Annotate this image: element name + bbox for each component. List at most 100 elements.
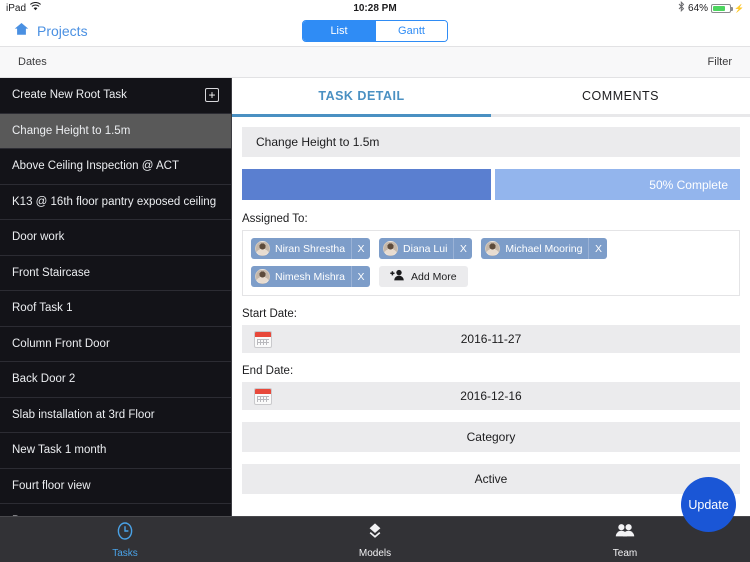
status-bar: iPad 10:28 PM 64% ⚡: [0, 0, 750, 16]
avatar: [255, 269, 270, 284]
sidebar-item-k13-pantry[interactable]: K13 @ 16th floor pantry exposed ceiling: [0, 185, 231, 220]
sidebar-item-label: Fourt floor view: [12, 479, 91, 492]
assignee-row-2: Nimesh Mishra X Add More: [251, 266, 731, 287]
charging-bolt-icon: ⚡: [734, 3, 744, 13]
remove-assignee-icon[interactable]: X: [351, 238, 370, 259]
tab-underline-active: [232, 114, 491, 117]
start-date-value: 2016-11-27: [460, 332, 522, 346]
assignee-chip-diana-lui[interactable]: Diana Lui X: [379, 238, 473, 259]
bottom-tab-bar: Tasks Models Team: [0, 516, 750, 562]
end-date-value: 2016-12-16: [460, 389, 522, 403]
remove-assignee-icon[interactable]: X: [453, 238, 472, 259]
tabbar-item-tasks[interactable]: Tasks: [0, 517, 250, 562]
assignees-container: Niran Shrestha X Diana Lui X Michael Moo…: [242, 230, 740, 296]
sidebar-item-slab-installation[interactable]: Slab installation at 3rd Floor: [0, 398, 231, 433]
sidebar-item-above-ceiling[interactable]: Above Ceiling Inspection @ ACT: [0, 149, 231, 185]
plus-square-icon[interactable]: +: [205, 88, 219, 103]
tabbar-label-team: Team: [612, 547, 638, 559]
status-bar-left: iPad: [6, 2, 41, 14]
assigned-to-label: Assigned To:: [242, 213, 308, 225]
category-field[interactable]: Category: [242, 422, 740, 452]
cube-icon: [365, 521, 385, 546]
dates-filter-bar: Dates Filter: [0, 46, 750, 78]
nav-bar: Projects List Gantt: [0, 16, 750, 46]
progress-bar[interactable]: 50% Complete: [242, 169, 740, 200]
assignee-chip-michael-mooring[interactable]: Michael Mooring X: [481, 238, 608, 259]
avatar: [383, 241, 399, 256]
dates-button[interactable]: Dates: [18, 56, 47, 68]
sidebar-item-label: Above Ceiling Inspection @ ACT: [12, 160, 180, 173]
wifi-icon: [30, 2, 41, 14]
app-root: iPad 10:28 PM 64% ⚡ Projects List Gantt …: [0, 0, 750, 562]
sidebar-item-back-door-2[interactable]: Back Door 2: [0, 362, 231, 398]
end-date-field[interactable]: 2016-12-16: [242, 382, 740, 410]
people-icon: [614, 521, 636, 546]
progress-bar-filled: [242, 169, 491, 200]
remove-assignee-icon[interactable]: X: [351, 266, 370, 287]
sidebar-item-fourt-floor-view[interactable]: Fourt floor view: [0, 469, 231, 504]
progress-label: 50% Complete: [649, 177, 728, 192]
segment-gantt[interactable]: Gantt: [375, 21, 447, 41]
home-icon: [14, 22, 29, 41]
sidebar-item-label: Slab installation at 3rd Floor: [12, 408, 155, 421]
segment-list[interactable]: List: [303, 21, 375, 41]
add-more-button[interactable]: Add More: [379, 266, 468, 287]
status-bar-clock: 10:28 PM: [353, 2, 397, 14]
add-person-icon: [390, 268, 405, 286]
sidebar-item-label: Front Staircase: [12, 266, 90, 279]
sidebar-item-front-staircase[interactable]: Front Staircase: [0, 256, 231, 291]
task-sidebar[interactable]: Create New Root Task + Change Height to …: [0, 78, 232, 562]
progress-bar-remaining: 50% Complete: [495, 169, 740, 200]
bluetooth-icon: [678, 0, 685, 15]
sidebar-item-change-height[interactable]: Change Height to 1.5m: [0, 113, 231, 149]
sidebar-item-label: Change Height to 1.5m: [12, 124, 131, 137]
status-value: Active: [474, 472, 508, 486]
tabbar-label-models: Models: [358, 547, 392, 559]
avatar: [485, 241, 501, 256]
status-field[interactable]: Active: [242, 464, 740, 494]
projects-home-button[interactable]: Projects: [0, 22, 88, 41]
assignee-name: Michael Mooring: [505, 242, 583, 255]
assignee-row-1: Niran Shrestha X Diana Lui X Michael Moo…: [251, 238, 731, 259]
detail-tabs: TASK DETAIL COMMENTS: [232, 78, 750, 114]
battery-percent: 64%: [688, 2, 709, 14]
add-more-label: Add More: [411, 270, 457, 283]
category-value: Category: [466, 430, 516, 444]
battery-icon: [711, 3, 734, 13]
assignee-chip-niran-shrestha[interactable]: Niran Shrestha X: [251, 238, 371, 259]
assignee-name: Nimesh Mishra: [275, 270, 346, 283]
sidebar-item-label: Column Front Door: [12, 337, 110, 350]
task-title-value: Change Height to 1.5m: [256, 135, 380, 149]
sidebar-item-label: K13 @ 16th floor pantry exposed ceiling: [12, 195, 217, 208]
sidebar-item-label: Roof Task 1: [12, 302, 73, 315]
start-date-field[interactable]: 2016-11-27: [242, 325, 740, 353]
tab-comments[interactable]: COMMENTS: [491, 78, 750, 114]
sidebar-create-root-task[interactable]: Create New Root Task +: [0, 78, 231, 114]
sidebar-item-column-front-door[interactable]: Column Front Door: [0, 327, 231, 362]
assignee-chip-nimesh-mishra[interactable]: Nimesh Mishra X: [251, 266, 371, 287]
sidebar-item-label: Back Door 2: [12, 373, 76, 386]
filter-button[interactable]: Filter: [708, 56, 732, 68]
end-date-label: End Date:: [242, 365, 294, 377]
sidebar-create-label: Create New Root Task: [12, 89, 127, 102]
update-button[interactable]: Update: [681, 477, 736, 532]
task-detail-form: Change Height to 1.5m 50% Complete Assig…: [232, 117, 750, 494]
sidebar-item-roof-task-1[interactable]: Roof Task 1: [0, 291, 231, 327]
tab-task-detail[interactable]: TASK DETAIL: [232, 78, 491, 114]
view-mode-segmented-control[interactable]: List Gantt: [302, 20, 448, 42]
tabbar-item-models[interactable]: Models: [250, 517, 500, 562]
tab-underline: [232, 114, 750, 117]
assignee-name: Niran Shrestha: [275, 242, 346, 255]
device-label: iPad: [6, 2, 27, 14]
avatar: [255, 241, 270, 256]
detail-pane: TASK DETAIL COMMENTS Change Height to 1.…: [232, 78, 750, 562]
sidebar-item-new-task-1-month[interactable]: New Task 1 month: [0, 433, 231, 469]
sidebar-item-label: New Task 1 month: [12, 444, 107, 457]
task-title-field[interactable]: Change Height to 1.5m: [242, 127, 740, 157]
tab-underline-inactive: [491, 114, 750, 117]
sidebar-item-label: Door work: [12, 231, 65, 244]
sidebar-item-door-work[interactable]: Door work: [0, 220, 231, 256]
projects-label: Projects: [37, 23, 88, 39]
remove-assignee-icon[interactable]: X: [588, 238, 607, 259]
tabbar-label-tasks: Tasks: [112, 547, 138, 559]
